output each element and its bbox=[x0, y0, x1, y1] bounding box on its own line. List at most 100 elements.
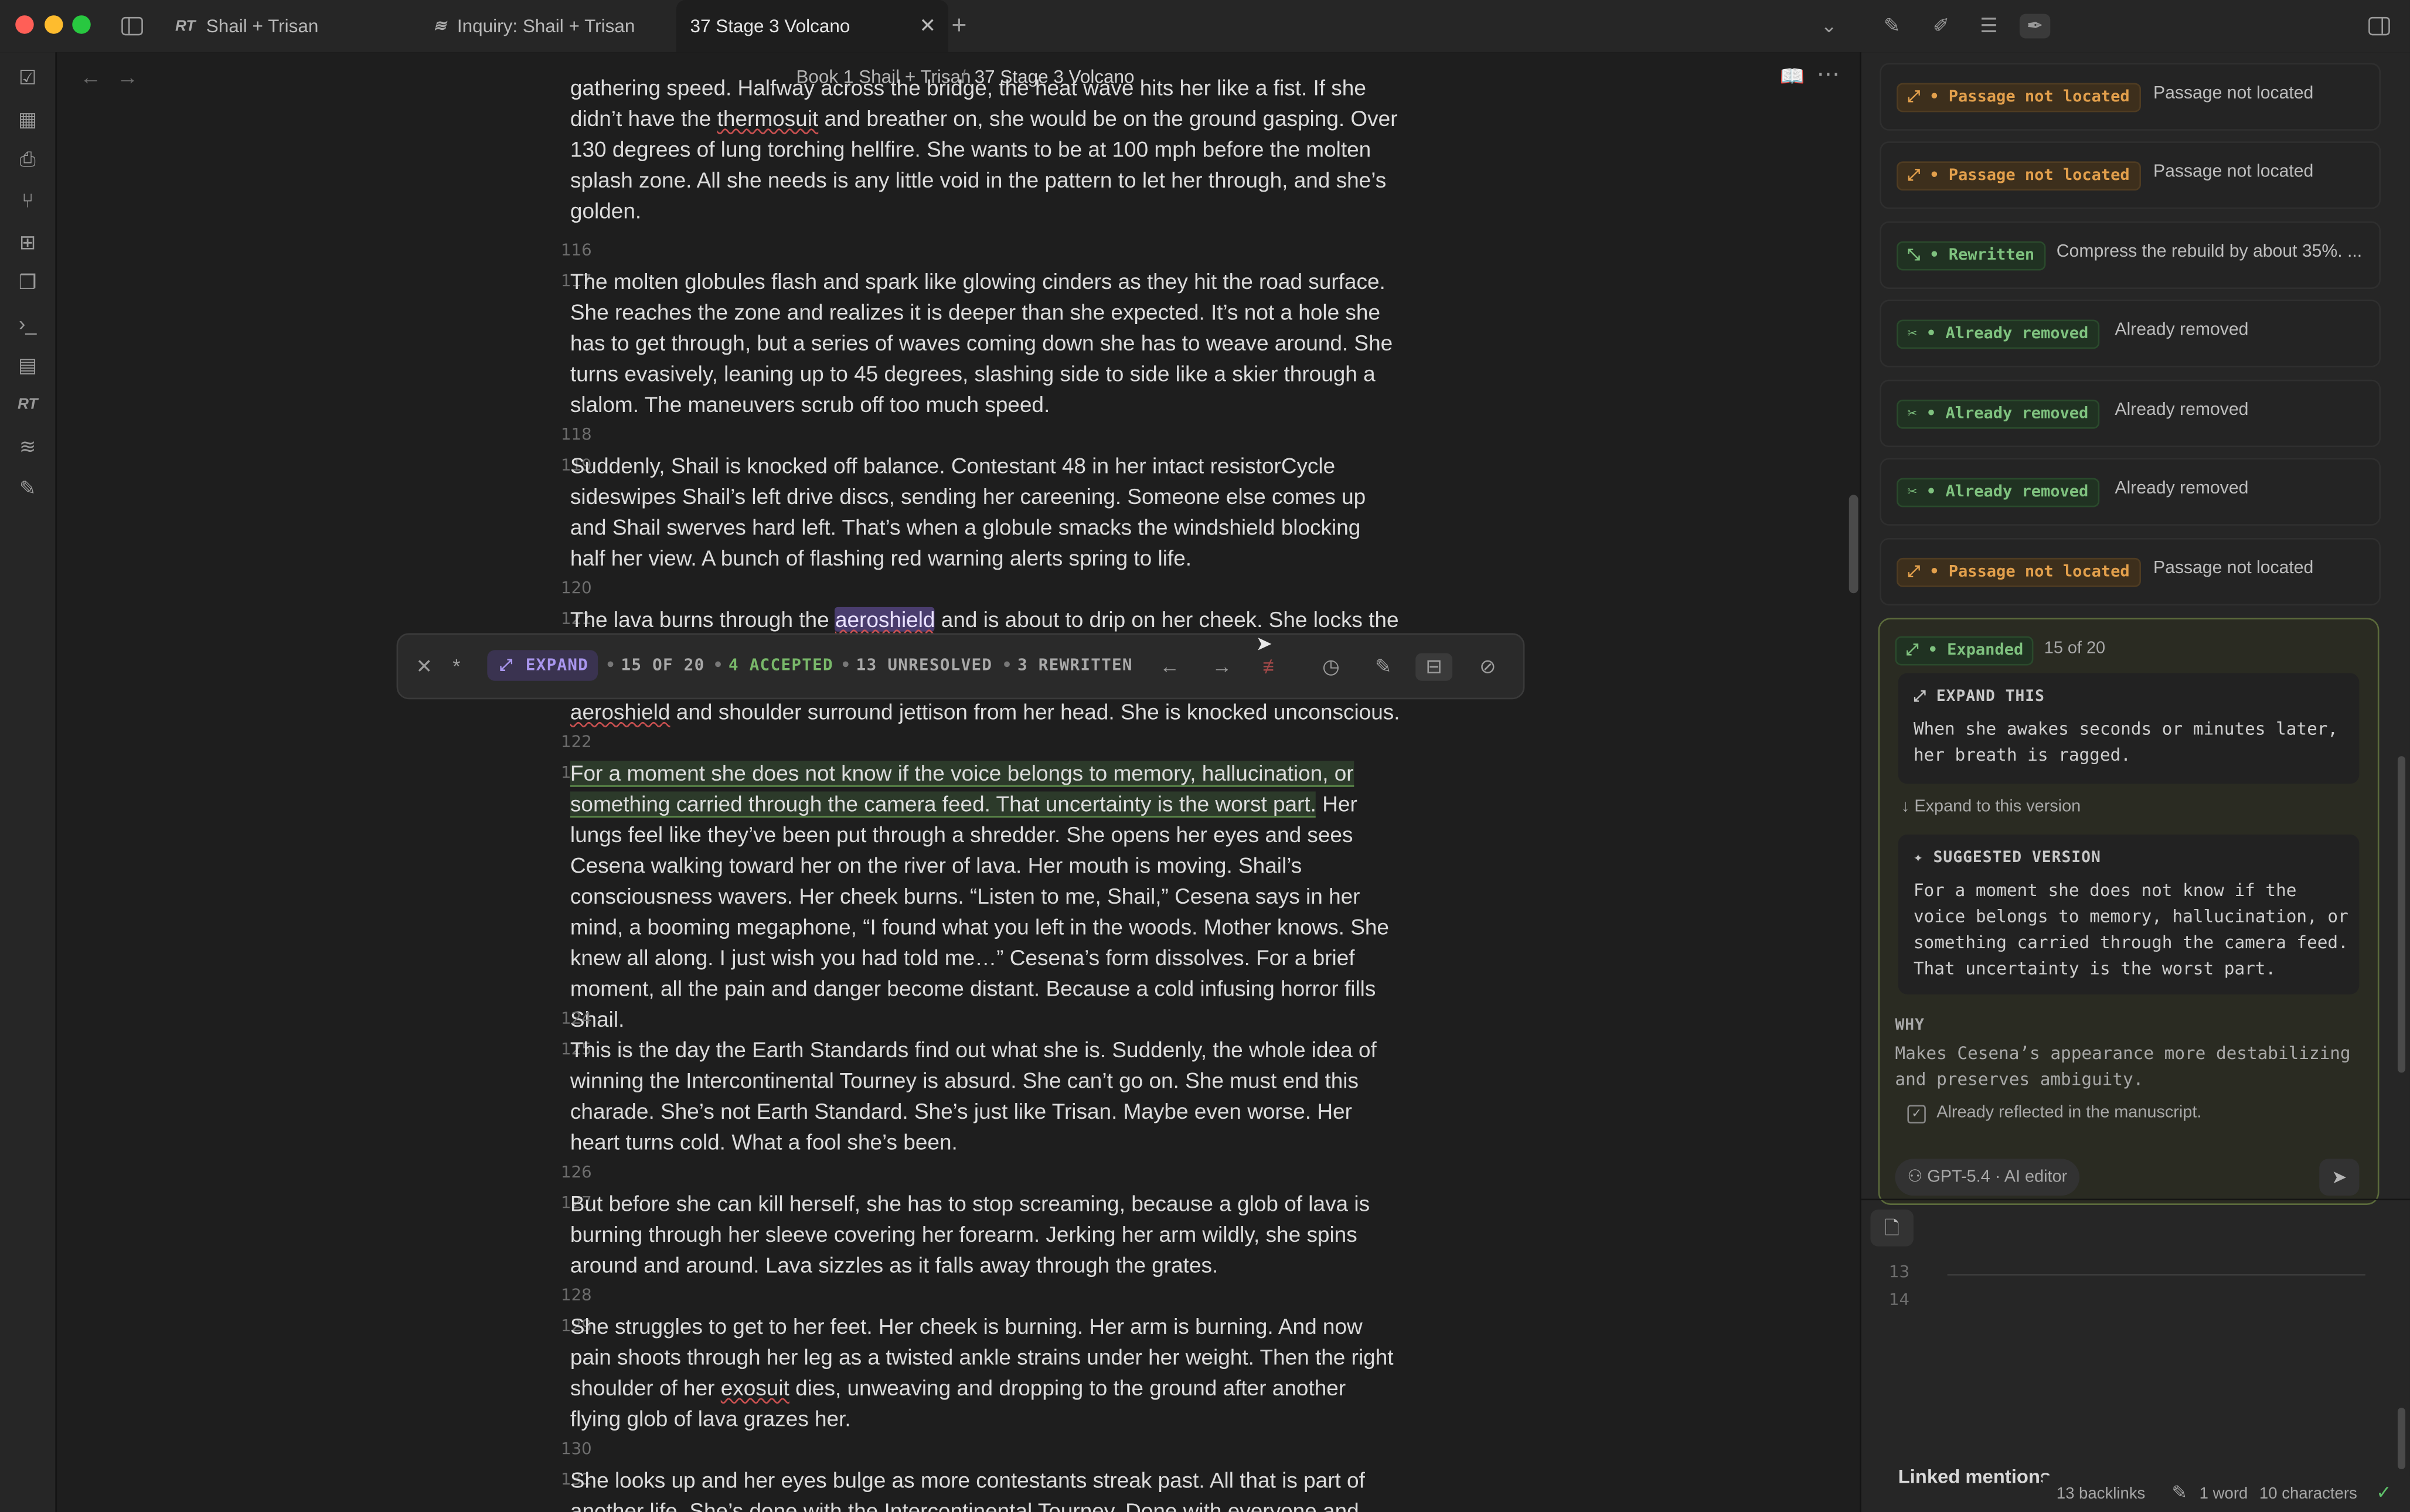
expand-this-label: ⤢ EXPAND THIS bbox=[1913, 688, 2045, 706]
pen-icon[interactable]: ✎ bbox=[14, 475, 42, 502]
checklist-icon[interactable]: ☑ bbox=[14, 64, 42, 92]
card-text: Passage not located bbox=[2153, 162, 2314, 182]
revision-count: 15 of 20 bbox=[2044, 639, 2106, 658]
sync-check-icon[interactable]: ✓ bbox=[2376, 1482, 2391, 1503]
close-tab-icon[interactable]: ✕ bbox=[919, 14, 936, 39]
grid-icon[interactable]: ⊞ bbox=[14, 229, 42, 257]
line-number: 13 bbox=[1888, 1263, 1910, 1282]
minimize-window-button[interactable] bbox=[45, 15, 63, 34]
badge-label: • Passage not located bbox=[1929, 166, 2130, 185]
badge-label: • Rewritten bbox=[1929, 246, 2035, 265]
tab-shail-trisan[interactable]: RT Shail + Trisan bbox=[160, 0, 429, 52]
paragraph-117: The molten globules flash and spark like… bbox=[570, 268, 1393, 417]
word-count: 1 word bbox=[2199, 1484, 2248, 1503]
file-icon[interactable]: 🗋 bbox=[1870, 1209, 1914, 1247]
horizontal-rule bbox=[1947, 1273, 2365, 1276]
revision-card[interactable]: ✂ • Already removed Already removed bbox=[1880, 299, 2381, 367]
panel-scrollbar[interactable] bbox=[2397, 756, 2406, 1073]
status-badge: ⤢ • Expanded bbox=[1895, 636, 2034, 666]
tab-inquiry[interactable]: ≋ Inquiry: Shail + Trisan bbox=[418, 0, 687, 52]
previous-arrow-icon[interactable]: ← bbox=[1156, 653, 1183, 681]
tab-label: 37 Stage 3 Volcano bbox=[690, 15, 850, 37]
layout-icon[interactable]: ▦ bbox=[14, 106, 42, 134]
line-number: 130 bbox=[561, 1440, 592, 1459]
editor-scrollbar[interactable] bbox=[1849, 495, 1858, 594]
expand-this-box: ⤢ EXPAND THIS When she awakes seconds or… bbox=[1898, 673, 2360, 784]
lower-scrollbar[interactable] bbox=[2397, 1408, 2406, 1470]
status-badge: ✂ • Already removed bbox=[1897, 319, 2099, 349]
close-toolbar-icon[interactable]: ✕ bbox=[410, 653, 438, 681]
paragraph-121-continued: aeroshield and shoulder surround jettiso… bbox=[570, 696, 1400, 727]
file-search-icon[interactable]: ⎙ bbox=[14, 146, 42, 173]
send-icon[interactable]: ➤ bbox=[2319, 1159, 2360, 1196]
next-arrow-icon[interactable]: → bbox=[1208, 653, 1235, 681]
ai-rewrite-icon[interactable]: ✐ bbox=[1929, 14, 1953, 39]
highlighted-word[interactable]: aeroshield bbox=[835, 607, 935, 632]
history-icon[interactable]: ◷ bbox=[1317, 653, 1344, 681]
paragraph-125: This is the day the Earth Standards find… bbox=[570, 1037, 1377, 1155]
status-badge: ✂ • Already removed bbox=[1897, 478, 2099, 508]
tab-label: Shail + Trisan bbox=[206, 15, 319, 37]
status-badge: ✂ • Already removed bbox=[1897, 399, 2099, 429]
archive-icon[interactable]: ⊟ bbox=[1415, 653, 1453, 681]
list-grid-icon[interactable]: ▤ bbox=[14, 352, 42, 380]
pen-tool-icon[interactable]: ✒ bbox=[2019, 13, 2051, 39]
graph-icon[interactable]: ⑂ bbox=[14, 188, 42, 215]
linked-mentions-heading[interactable]: Linked mentions bbox=[1898, 1466, 2051, 1488]
rt-plugin-icon[interactable]: RT bbox=[14, 392, 42, 420]
more-options-icon[interactable]: ⋯ bbox=[1817, 60, 1840, 88]
terminal-icon[interactable]: ›_ bbox=[14, 311, 42, 338]
mode-label: EXPAND bbox=[525, 656, 589, 675]
pencil-icon: ✎ bbox=[2171, 1481, 2187, 1503]
badge-label: • Passage not located bbox=[1929, 562, 2130, 581]
new-tab-icon[interactable]: + bbox=[947, 12, 971, 39]
revision-card[interactable]: ⤡ • Rewritten Compress the rebuild by ab… bbox=[1880, 221, 2381, 290]
misspelled-word[interactable]: aeroshield bbox=[570, 699, 670, 724]
close-window-button[interactable] bbox=[15, 15, 34, 34]
separator-dot: • bbox=[605, 656, 617, 675]
inquiry-icon: ≋ bbox=[433, 18, 447, 35]
reflected-text: Already reflected in the manuscript. bbox=[1936, 1103, 2202, 1122]
asterisk-icon[interactable]: * bbox=[442, 653, 470, 681]
sidebar-toggle-icon[interactable] bbox=[120, 14, 145, 39]
expanded-revision-card[interactable]: ⤢ • Expanded 15 of 20 ⤢ EXPAND THIS When… bbox=[1878, 618, 2380, 1205]
back-arrow-icon[interactable]: ← bbox=[80, 64, 101, 89]
list-icon[interactable]: ☰ bbox=[1976, 14, 2001, 39]
mouse-cursor-icon: ➤ bbox=[1255, 631, 1273, 655]
edit-icon[interactable]: ✎ bbox=[1370, 653, 1397, 681]
misspelled-word[interactable]: thermosuit bbox=[717, 106, 819, 131]
accepted-insertion[interactable]: For a moment she does not know if the vo… bbox=[570, 761, 1354, 818]
status-badge: ⤢ • Passage not located bbox=[1897, 161, 2141, 191]
title-bar: RT Shail + Trisan ≋ Inquiry: Shail + Tri… bbox=[0, 0, 2410, 54]
status-badge: ⤢ • Passage not located bbox=[1897, 83, 2141, 113]
expand-to-version-link[interactable]: ↓ Expand to this version bbox=[1901, 798, 2081, 816]
rt-icon: RT bbox=[175, 18, 196, 35]
paragraph-text: gathering speed. Halfway across the brid… bbox=[570, 75, 1398, 223]
misspelled-word[interactable]: exosuit bbox=[721, 1375, 789, 1400]
card-text: Already removed bbox=[2115, 401, 2249, 420]
line-number: 126 bbox=[561, 1163, 592, 1182]
tab-37-stage-3-volcano[interactable]: 37 Stage 3 Volcano ✕ bbox=[676, 0, 949, 53]
reflected-checkbox[interactable]: ✓ bbox=[1907, 1105, 1926, 1123]
waves-icon[interactable]: ≋ bbox=[14, 434, 42, 461]
ai-edit-icon[interactable]: ✎ bbox=[1880, 14, 1904, 39]
reading-view-icon[interactable]: 📖 bbox=[1780, 64, 1805, 89]
revision-card[interactable]: ✂ • Already removed Already removed bbox=[1880, 379, 2381, 448]
paragraph-text: The lava burns through the bbox=[570, 607, 835, 632]
revision-card[interactable]: ⤢ • Passage not located Passage not loca… bbox=[1880, 141, 2381, 209]
revision-card[interactable]: ⤢ • Passage not located Passage not loca… bbox=[1880, 63, 2381, 131]
reject-icon[interactable]: ≢ bbox=[1259, 653, 1286, 681]
revision-card[interactable]: ✂ • Already removed Already removed bbox=[1880, 458, 2381, 526]
suggested-version-text: For a moment she does not know if the vo… bbox=[1913, 880, 2348, 979]
expand-this-text: When she awakes seconds or minutes later… bbox=[1913, 719, 2338, 765]
copy-icon[interactable]: ❐ bbox=[14, 269, 42, 297]
right-sidebar-toggle-icon[interactable] bbox=[2367, 14, 2391, 39]
model-name: GPT-5.4 · AI editor bbox=[1927, 1168, 2068, 1187]
backlinks-count[interactable]: 13 backlinks bbox=[2057, 1484, 2146, 1503]
forward-arrow-icon[interactable]: → bbox=[117, 64, 138, 89]
hide-icon[interactable]: ⊘ bbox=[1474, 653, 1502, 681]
chevron-down-icon[interactable]: ⌄ bbox=[1817, 14, 1841, 39]
card-text: Already removed bbox=[2115, 479, 2249, 498]
zoom-window-button[interactable] bbox=[72, 15, 91, 34]
revision-card[interactable]: ⤢ • Passage not located Passage not loca… bbox=[1880, 537, 2381, 606]
